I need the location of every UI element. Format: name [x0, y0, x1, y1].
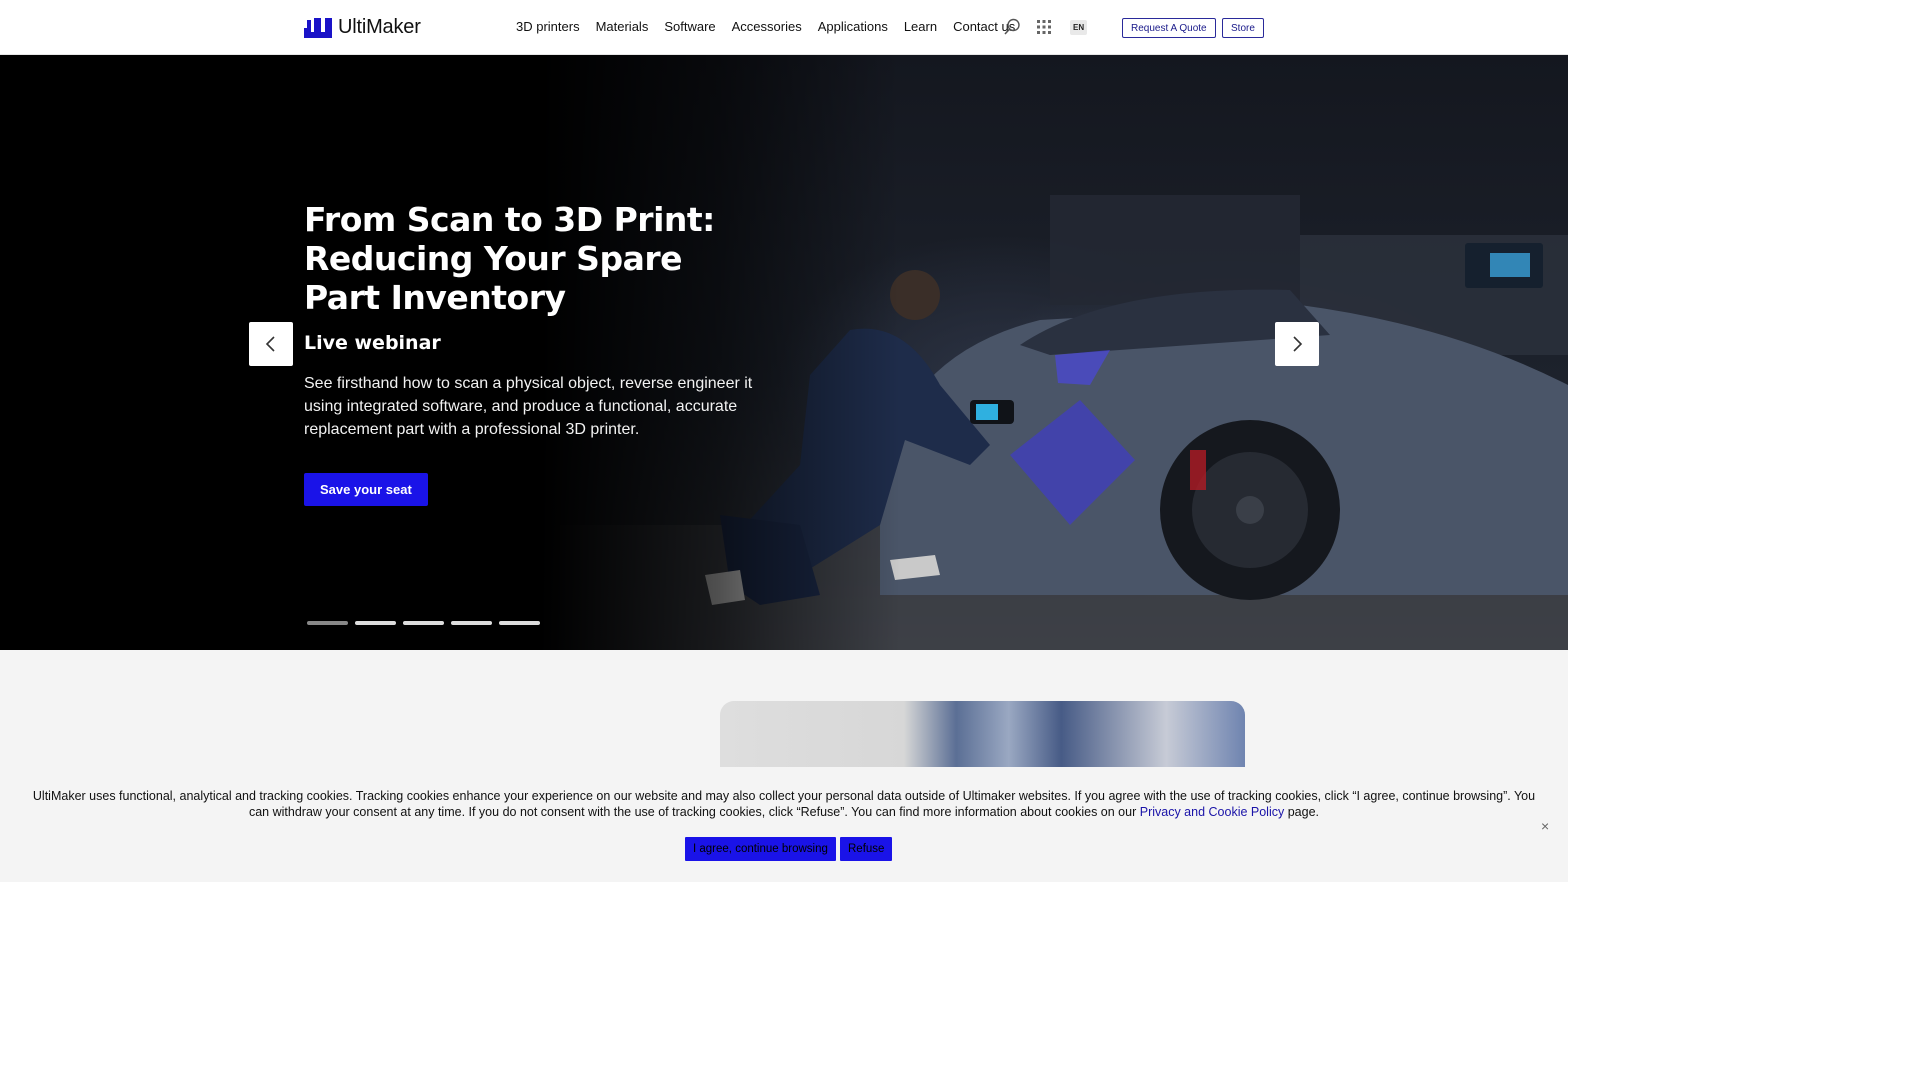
brand-name: UltiMaker — [338, 16, 421, 38]
nav-materials[interactable]: Materials — [596, 19, 649, 34]
store-button[interactable]: Store — [1222, 18, 1264, 38]
carousel-dot-5[interactable] — [499, 621, 540, 625]
nav-accessories[interactable]: Accessories — [732, 19, 802, 34]
close-icon[interactable]: × — [1541, 818, 1549, 834]
cookie-message: UltiMaker uses functional, analytical an… — [30, 788, 1538, 820]
hero-description: See firsthand how to scan a physical obj… — [304, 375, 753, 438]
cookie-text-after: page. — [1284, 805, 1320, 819]
hero-title: From Scan to 3D Print: Reducing Your Spa… — [304, 200, 715, 317]
chevron-left-icon — [265, 336, 275, 352]
carousel-dot-4[interactable] — [451, 621, 492, 625]
search-icon[interactable] — [1003, 18, 1021, 36]
chevron-right-icon — [1293, 336, 1303, 352]
hero-carousel: From Scan to 3D Print: Reducing Your Spa… — [0, 55, 1568, 650]
save-your-seat-button[interactable]: Save your seat — [304, 473, 428, 506]
nav-applications[interactable]: Applications — [818, 19, 888, 34]
cookie-refuse-button[interactable]: Refuse — [840, 837, 893, 861]
carousel-dot-2[interactable] — [355, 621, 396, 625]
carousel-prev-button[interactable] — [249, 322, 293, 366]
ultimaker-logo-icon — [304, 17, 332, 38]
site-header: UltiMaker 3D printers Materials Software… — [0, 0, 1568, 55]
hero-gradient-overlay — [0, 55, 900, 650]
main-nav: 3D printers Materials Software Accessori… — [516, 19, 1015, 34]
apps-grid-icon[interactable] — [1035, 18, 1053, 36]
cookie-banner: UltiMaker uses functional, analytical an… — [0, 767, 1568, 882]
nav-software[interactable]: Software — [664, 19, 715, 34]
header-utilities: EN — [1003, 18, 1088, 36]
nav-learn[interactable]: Learn — [904, 19, 937, 34]
carousel-dot-1[interactable] — [307, 621, 348, 625]
carousel-indicators — [307, 621, 540, 625]
nav-3d-printers[interactable]: 3D printers — [516, 19, 580, 34]
request-quote-button[interactable]: Request A Quote — [1122, 18, 1216, 38]
language-selector[interactable]: EN — [1070, 19, 1088, 35]
hero-subtitle: Live webinar — [304, 332, 441, 354]
carousel-dot-3[interactable] — [403, 621, 444, 625]
ultimaker-logo[interactable]: UltiMaker — [304, 16, 421, 39]
cookie-agree-button[interactable]: I agree, continue browsing — [685, 837, 836, 861]
privacy-policy-link[interactable]: Privacy and Cookie Policy — [1140, 805, 1285, 819]
carousel-next-button[interactable] — [1275, 322, 1319, 366]
